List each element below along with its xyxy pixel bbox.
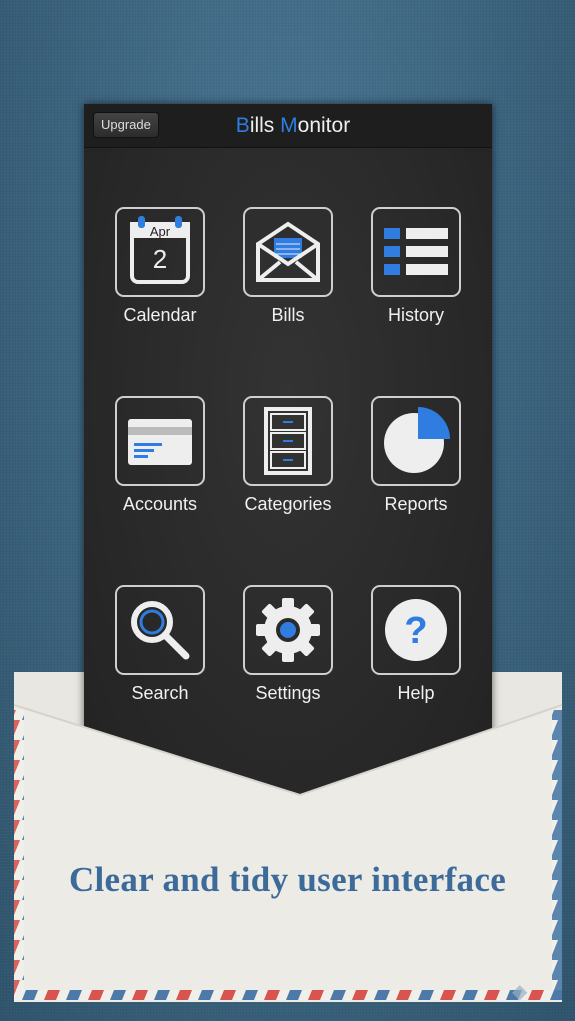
watermark-logo: ◆ [512,979,528,1003]
tagline: Clear and tidy user interface [68,860,507,899]
